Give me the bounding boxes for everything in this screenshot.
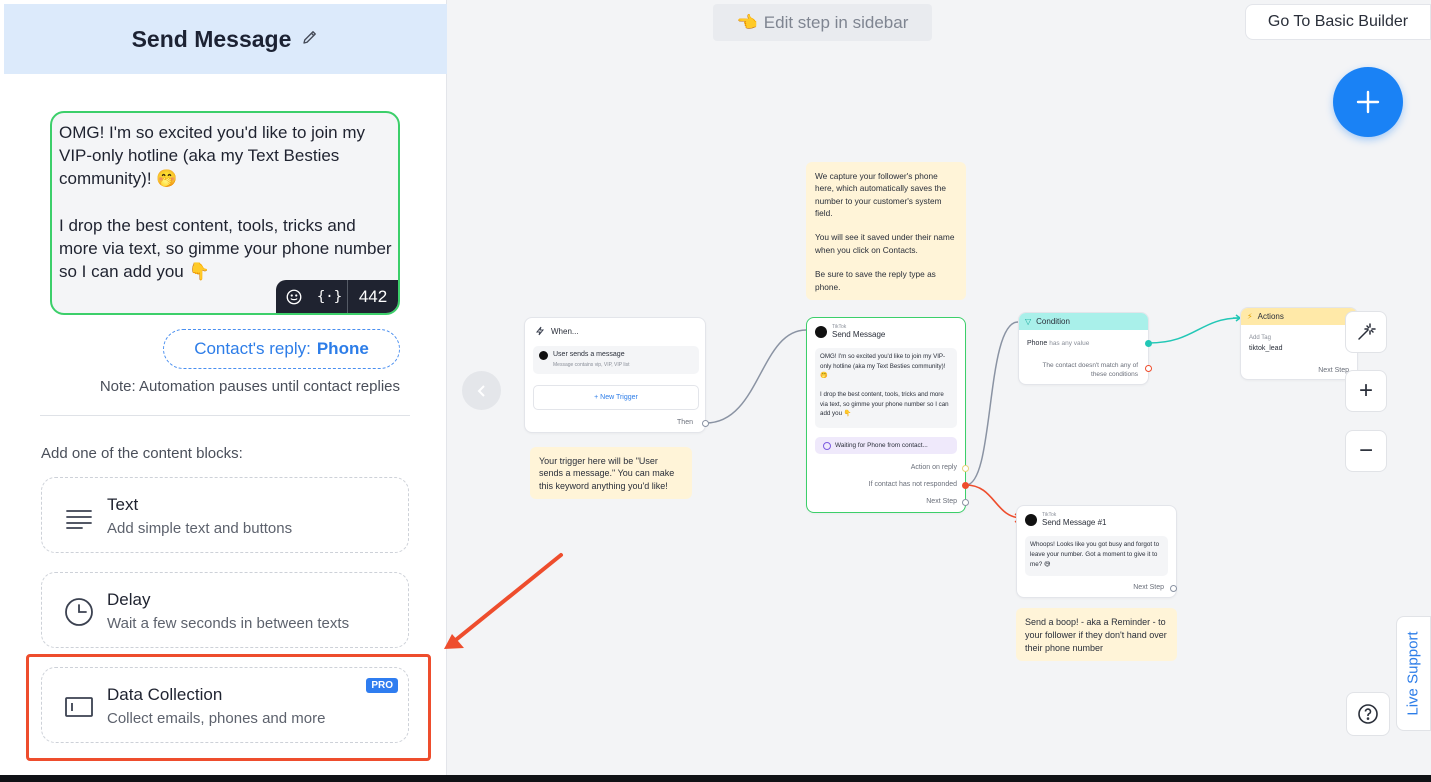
actions-title: Actions — [1257, 312, 1284, 321]
next-step-connector[interactable] — [962, 499, 969, 506]
condition-title: Condition — [1036, 317, 1070, 326]
live-support-label: Live Support — [1405, 631, 1423, 716]
auto-arrange-button[interactable] — [1345, 311, 1387, 353]
condition-else-connector[interactable] — [1145, 365, 1152, 372]
condition-else: The contact doesn't match any of these c… — [1042, 362, 1138, 378]
condition-header: ▽ Condition — [1019, 313, 1148, 330]
next-step-label: Next Step — [1318, 367, 1349, 374]
block-delay[interactable]: Delay Wait a few seconds in between text… — [41, 572, 409, 648]
block-description: Wait a few seconds in between texts — [107, 615, 350, 632]
block-title: Text — [107, 495, 139, 514]
not-responded-label: If contact has not responded — [868, 481, 957, 488]
pause-note: Note: Automation pauses until contact re… — [99, 378, 400, 395]
reply-connector[interactable] — [962, 465, 969, 472]
message-text[interactable]: OMG! I'm so excited you'd like to join m… — [52, 113, 398, 283]
trigger-header: When... — [551, 326, 579, 336]
question-icon — [1358, 704, 1378, 724]
clock-icon — [64, 597, 94, 627]
new-trigger-button[interactable]: + New Trigger — [533, 385, 699, 410]
condition-match-connector[interactable] — [1145, 340, 1152, 347]
reply-prefix: Contact's reply: — [194, 339, 311, 358]
trigger-title: User sends a message — [553, 351, 625, 358]
character-count: 442 — [358, 286, 388, 306]
lightning-icon — [535, 326, 545, 336]
action-value: tiktok_lead — [1249, 345, 1283, 352]
step-title: Send Message — [131, 25, 292, 52]
block-text[interactable]: Text Add simple text and buttons — [41, 477, 409, 553]
add-step-button[interactable] — [1333, 67, 1403, 137]
help-button[interactable] — [1346, 692, 1390, 736]
text-lines-icon — [64, 502, 94, 532]
condition-node[interactable]: ▽ Condition Phone has any value The cont… — [1018, 312, 1149, 385]
node-message: OMG! I'm so excited you'd like to join m… — [815, 348, 957, 428]
chevron-left-icon — [477, 384, 485, 397]
next-step-connector[interactable] — [1170, 585, 1177, 592]
node-title: Send Message #1 — [1042, 518, 1107, 527]
then-connector[interactable] — [702, 420, 709, 427]
collapse-sidebar-button[interactable] — [462, 371, 501, 410]
lightning-icon: ⚡ — [1247, 312, 1253, 321]
not-responded-connector[interactable] — [962, 482, 969, 489]
go-to-basic-builder-button[interactable]: Go To Basic Builder — [1245, 4, 1431, 40]
condition-rule: has any value — [1049, 340, 1090, 347]
next-step-label: Next Step — [926, 498, 957, 505]
magic-wand-icon — [1358, 323, 1376, 340]
block-title: Delay — [107, 590, 151, 609]
divider — [40, 415, 410, 416]
action-on-reply-label: Action on reply — [910, 464, 957, 471]
condition-field: Phone — [1027, 340, 1048, 347]
pointing-hand-icon: 👈 — [736, 12, 758, 32]
zoom-in-button[interactable]: + — [1345, 370, 1387, 412]
window-bottom-edge — [0, 775, 1431, 782]
waiting-label: Waiting for Phone from contact... — [835, 442, 928, 449]
trigger-subtitle: Message contains vip, VIP, VIP list — [553, 362, 630, 368]
pencil-icon[interactable] — [301, 28, 319, 51]
emoji-icon[interactable] — [276, 280, 312, 313]
zoom-out-button[interactable]: − — [1345, 430, 1387, 472]
tiktok-icon — [539, 351, 548, 360]
reply-type: Phone — [316, 339, 369, 358]
annotation-highlight-box — [26, 654, 431, 761]
live-support-tab[interactable]: Live Support — [1396, 616, 1431, 731]
phone-capture-note: We capture your follower's phone here, w… — [806, 162, 966, 300]
actions-header: ⚡ Actions — [1241, 308, 1357, 325]
trigger-item[interactable]: User sends a message Message contains vi… — [533, 346, 699, 374]
next-step-label: Next Step — [1133, 584, 1164, 591]
filter-icon: ▽ — [1025, 317, 1032, 326]
tiktok-icon — [815, 325, 827, 338]
edit-step-hint: 👈 Edit step in sidebar — [713, 4, 932, 41]
tiktok-icon — [1025, 513, 1037, 526]
contact-reply-selector[interactable]: Contact's reply: Phone — [163, 329, 400, 369]
add-blocks-label: Add one of the content blocks: — [41, 445, 243, 462]
then-label: Then — [677, 419, 693, 426]
variables-icon[interactable]: {·} — [312, 280, 348, 313]
trigger-note: Your trigger here will be "User sends a … — [530, 447, 692, 499]
message-toolbar: {·} 442 — [276, 280, 398, 313]
plus-icon — [1356, 90, 1380, 114]
send-message-node[interactable]: TikTok Send Message OMG! I'm so excited … — [806, 317, 969, 513]
block-description: Add simple text and buttons — [107, 520, 293, 537]
trigger-node[interactable]: When... User sends a message Message con… — [524, 317, 709, 433]
node-title: Send Message — [832, 330, 886, 339]
action-label: Add Tag — [1249, 335, 1271, 341]
waiting-reply-pill: Waiting for Phone from contact... — [815, 437, 957, 454]
message-editor[interactable]: OMG! I'm so excited you'd like to join m… — [50, 111, 400, 315]
reminder-note: Send a boop! - aka a Reminder - to your … — [1016, 608, 1177, 661]
edit-hint-label: Edit step in sidebar — [763, 12, 909, 32]
node-message: Whoops! Looks like you got busy and forg… — [1025, 536, 1168, 576]
sidebar-header: Send Message — [4, 4, 447, 74]
actions-node[interactable]: ⚡ Actions Add Tag tiktok_lead Next Step — [1240, 307, 1358, 380]
send-message-1-node[interactable]: TikTok Send Message #1 Whoops! Looks lik… — [1016, 505, 1177, 598]
chat-icon — [823, 441, 831, 450]
